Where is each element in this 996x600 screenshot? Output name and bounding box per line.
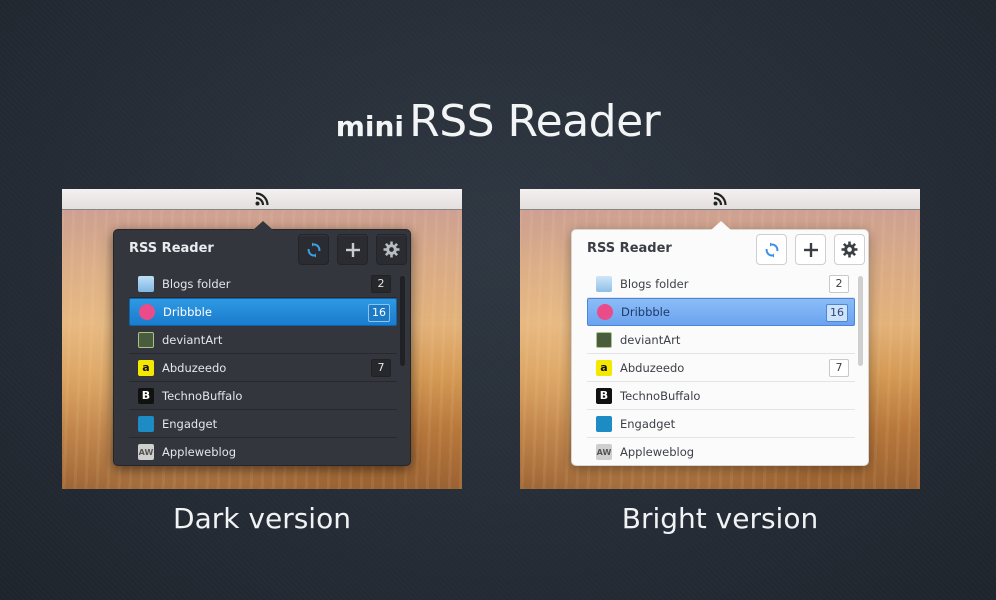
gear-icon [841, 241, 858, 258]
feed-label: Abduzeedo [162, 360, 227, 375]
feed-label: Abduzeedo [620, 360, 685, 375]
popup-arrow [253, 221, 273, 230]
deviantart-icon [596, 331, 612, 348]
feed-item-engadget[interactable]: Engadget [587, 410, 855, 438]
feed-item-deviantart[interactable]: deviantArt [129, 326, 397, 354]
feed-item-appleweblog[interactable]: AW Appleweblog [129, 438, 397, 466]
title-main: RSS Reader [409, 96, 661, 147]
technobuffalo-icon: B [596, 387, 612, 404]
menu-bar [62, 189, 462, 210]
feed-list: Blogs folder 2 Dribbble 16 deviantArt a … [587, 270, 855, 466]
feed-label: Dribbble [163, 305, 212, 319]
dark-version-caption: Dark version [173, 502, 351, 535]
feed-item-blogs-folder[interactable]: Blogs folder 2 [587, 270, 855, 298]
unread-count-badge: 2 [371, 275, 391, 293]
add-feed-button[interactable] [795, 234, 826, 265]
bright-version-screenshot: RSS Reader Blogs folder 2 Dribbble 16 de… [520, 189, 920, 489]
popup-title: RSS Reader [129, 241, 214, 256]
page-title: mini RSS Reader [0, 96, 996, 147]
feed-label: Engadget [620, 416, 676, 431]
feed-label: deviantArt [620, 332, 681, 347]
refresh-icon [765, 242, 778, 257]
deviantart-icon [138, 331, 154, 348]
feed-item-abduzeedo[interactable]: a Abduzeedo 7 [129, 354, 397, 382]
refresh-icon [307, 242, 320, 257]
feed-item-appleweblog[interactable]: AW Appleweblog [587, 438, 855, 466]
add-feed-button[interactable] [337, 234, 368, 265]
gear-icon [383, 241, 400, 258]
technobuffalo-icon: B [138, 387, 154, 404]
engadget-icon [596, 415, 612, 432]
feed-item-technobuffalo[interactable]: B TechnoBuffalo [587, 382, 855, 410]
feed-label: deviantArt [162, 332, 223, 347]
refresh-button[interactable] [298, 234, 329, 265]
feed-item-technobuffalo[interactable]: B TechnoBuffalo [129, 382, 397, 410]
feed-item-abduzeedo[interactable]: a Abduzeedo 7 [587, 354, 855, 382]
unread-count-badge: 2 [829, 275, 849, 293]
feed-item-deviantart[interactable]: deviantArt [587, 326, 855, 354]
feed-label: Appleweblog [620, 445, 695, 459]
scrollbar[interactable] [400, 276, 405, 366]
rss-menubar-icon[interactable] [255, 192, 269, 206]
settings-button[interactable] [834, 234, 865, 265]
feed-item-engadget[interactable]: Engadget [129, 410, 397, 438]
dribbble-icon [597, 304, 613, 320]
plus-icon [803, 242, 818, 257]
feed-list: Blogs folder 2 Dribbble 16 deviantArt a … [129, 270, 397, 466]
bright-version-caption: Bright version [621, 502, 819, 535]
unread-count-badge: 7 [371, 359, 391, 377]
rss-menubar-icon[interactable] [713, 192, 727, 206]
refresh-button[interactable] [756, 234, 787, 265]
engadget-icon [138, 415, 154, 432]
rss-popup: RSS Reader Blogs folder 2 Dribbble 16 de… [571, 221, 869, 466]
appleweblog-icon: AW [138, 444, 154, 460]
unread-count-badge: 16 [826, 304, 848, 322]
rss-popup: RSS Reader Blogs folder 2 Dribbble 16 de… [113, 221, 411, 466]
menu-bar [520, 189, 920, 210]
abduzeedo-icon: a [138, 359, 154, 376]
dark-version-screenshot: RSS Reader Blogs folder 2 Dribbble 16 de… [62, 189, 462, 489]
title-prefix: mini [335, 110, 405, 143]
feed-label: Blogs folder [620, 276, 689, 291]
popup-title: RSS Reader [587, 241, 672, 256]
feed-item-dribbble[interactable]: Dribbble 16 [129, 298, 397, 326]
unread-count-badge: 7 [829, 359, 849, 377]
feed-label: Dribbble [621, 305, 670, 319]
feed-label: Appleweblog [162, 445, 237, 459]
feed-label: TechnoBuffalo [620, 388, 701, 403]
folder-icon [596, 275, 612, 292]
popup-arrow [711, 221, 731, 230]
plus-icon [345, 242, 360, 257]
unread-count-badge: 16 [368, 304, 390, 322]
appleweblog-icon: AW [596, 444, 612, 460]
feed-item-blogs-folder[interactable]: Blogs folder 2 [129, 270, 397, 298]
dribbble-icon [139, 304, 155, 320]
feed-item-dribbble[interactable]: Dribbble 16 [587, 298, 855, 326]
abduzeedo-icon: a [596, 359, 612, 376]
feed-label: Engadget [162, 416, 218, 431]
feed-label: TechnoBuffalo [162, 388, 243, 403]
folder-icon [138, 275, 154, 292]
scrollbar[interactable] [858, 276, 863, 366]
settings-button[interactable] [376, 234, 407, 265]
popup-header: RSS Reader [572, 230, 868, 270]
popup-header: RSS Reader [114, 230, 410, 270]
feed-label: Blogs folder [162, 276, 231, 291]
